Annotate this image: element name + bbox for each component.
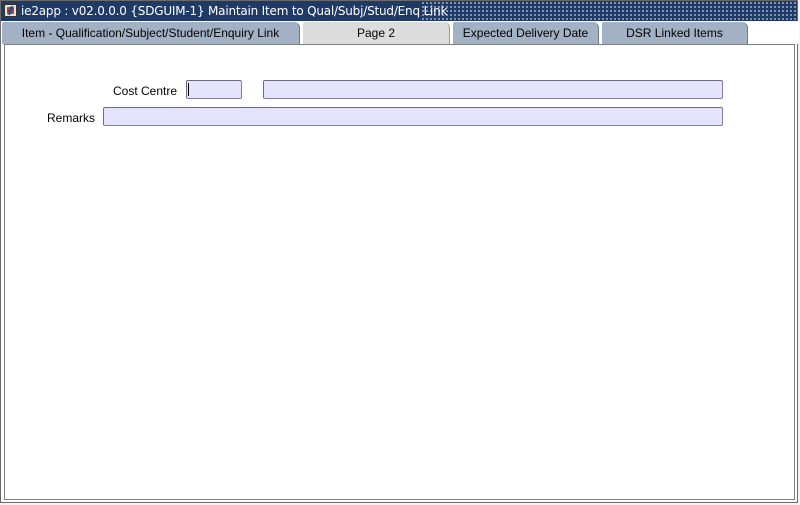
tab-dsr-linked-items[interactable]: DSR Linked Items xyxy=(602,22,748,44)
tab-expected-delivery-date[interactable]: Expected Delivery Date xyxy=(453,22,599,44)
remarks-label: Remarks xyxy=(47,111,96,125)
form-panel: Cost Centre Remarks xyxy=(4,44,795,500)
app-window: ie2app : v02.0.0.0 {SDGUIM-1} Maintain I… xyxy=(0,0,799,503)
cost-centre-label: Cost Centre xyxy=(113,84,178,98)
tab-item-link[interactable]: Item - Qualification/Subject/Student/Enq… xyxy=(2,22,300,44)
cost-centre-description-field[interactable] xyxy=(263,80,723,99)
cost-centre-code-field[interactable] xyxy=(186,80,242,99)
text-caret xyxy=(188,83,189,96)
title-bar[interactable]: ie2app : v02.0.0.0 {SDGUIM-1} Maintain I… xyxy=(1,1,797,21)
window-title: ie2app : v02.0.0.0 {SDGUIM-1} Maintain I… xyxy=(21,4,448,18)
app-icon[interactable] xyxy=(4,4,17,17)
tab-page-2[interactable]: Page 2 xyxy=(303,22,450,44)
tab-strip: Item - Qualification/Subject/Student/Enq… xyxy=(1,21,799,44)
remarks-field[interactable] xyxy=(103,107,723,126)
